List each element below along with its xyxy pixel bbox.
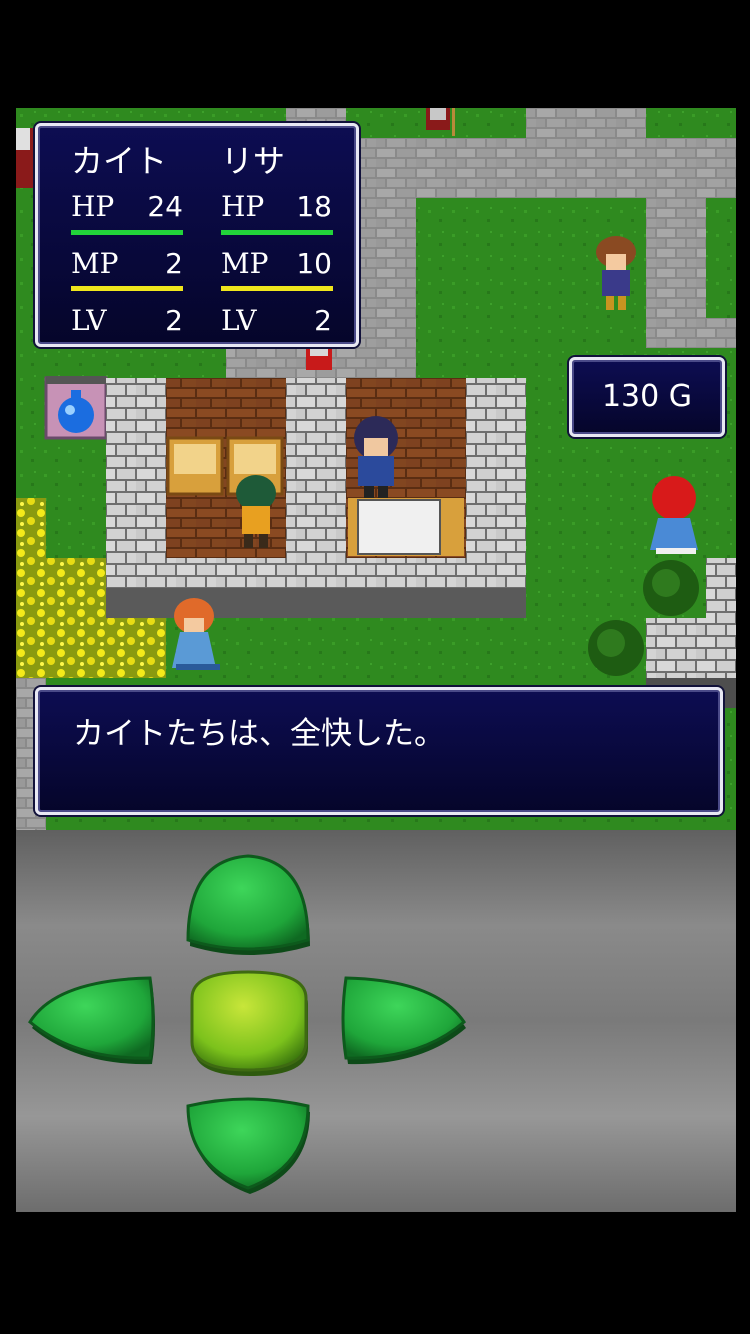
member-2-mp-value: 10 [296,247,332,280]
control-pad [16,830,736,1212]
member-2-hp-value: 18 [296,190,332,223]
member-2-name: リサ [221,142,286,180]
gold-amount: 130 G [601,379,693,414]
message-window[interactable]: カイトたちは、全快した。 [35,687,723,815]
member-1-name: カイト [71,142,168,180]
member-2-mp-bar [221,286,333,291]
member-1-mp-value: 2 [165,247,183,280]
member-2-hp-bar [221,230,333,235]
dpad-center-button[interactable] [190,970,308,1076]
member-1-lv-value: 2 [165,304,183,337]
dpad-up-button[interactable] [186,854,310,955]
member-1-lv-label: LV [71,304,107,337]
dpad-left-button[interactable] [28,976,155,1065]
member-2-hp-label: HP [221,190,265,223]
member-1-hp-value: 24 [147,190,183,223]
member-1-hp-label: HP [71,190,115,223]
member-1-mp-bar [71,286,183,291]
member-2-lv-label: LV [221,304,257,337]
gold-window: 130 G [569,357,725,437]
dpad [28,854,466,1194]
game-screen: カイト リサ HP 24 HP 18 MP 2 MP 10 LV 2 LV 2 … [16,108,736,1212]
message-text: カイトたちは、全快した。 [73,716,445,752]
member-2-lv-value: 2 [314,304,332,337]
dpad-down-button[interactable] [186,1097,310,1194]
member-1-hp-bar [71,230,183,235]
party-status-window: カイト リサ HP 24 HP 18 MP 2 MP 10 LV 2 LV 2 [35,123,359,347]
member-1-mp-label: MP [71,247,119,280]
dpad-right-button[interactable] [341,976,466,1065]
